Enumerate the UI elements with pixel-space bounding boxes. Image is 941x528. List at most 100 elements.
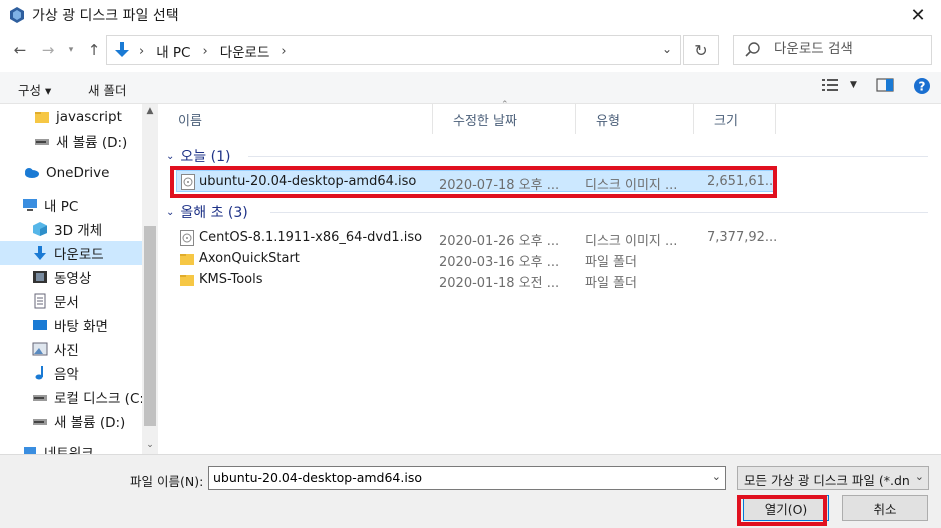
annotation-highlight [170, 166, 777, 198]
column-label: 수정한 날짜 [453, 113, 517, 129]
breadcrumb-my-pc[interactable]: 내 PC [156, 41, 190, 61]
svg-text:?: ? [919, 80, 926, 94]
sidebar-item-label: 3D 개체 [54, 223, 103, 239]
details-view-icon [822, 79, 838, 91]
window-title: 가상 광 디스크 파일 선택 [32, 8, 179, 24]
file-name: AxonQuickStart [199, 251, 300, 266]
scrollbar-thumb[interactable] [144, 226, 156, 426]
arrow-left-icon: ← [13, 41, 27, 59]
virtualbox-icon [10, 7, 24, 23]
sidebar-item-downloads[interactable]: 다운로드 [0, 241, 142, 265]
chevron-down-icon: ▼ [850, 80, 857, 90]
file-row[interactable]: CentOS-8.1.1911-x86_64-dvd1.iso 2020-01-… [176, 227, 778, 249]
drive-icon [33, 419, 47, 425]
breadcrumb-downloads[interactable]: 다운로드 [220, 41, 270, 61]
refresh-button[interactable]: ↻ [683, 35, 719, 65]
drive-icon [33, 395, 47, 401]
sidebar-item-label: 다운로드 [54, 247, 104, 263]
sidebar-item-pictures[interactable]: 사진 [0, 337, 142, 361]
sidebar-item-videos[interactable]: 동영상 [0, 265, 142, 289]
file-type: 파일 폴더 [585, 255, 637, 270]
sidebar-item-network[interactable]: 네트워크 [0, 440, 142, 454]
sidebar-item-music[interactable]: 음악 [0, 361, 142, 385]
view-options-button[interactable]: ▼ [822, 78, 857, 92]
filename-input[interactable] [213, 470, 703, 485]
address-bar[interactable]: › 내 PC › 다운로드 › ⌄ [106, 35, 681, 65]
chevron-down-icon: ⌄ [910, 470, 924, 483]
filetype-select[interactable]: 모든 가상 광 디스크 파일 (*.dn ⌄ [737, 466, 929, 490]
group-header-today[interactable]: ⌄ 오늘 (1) [166, 146, 230, 166]
sidebar-item-onedrive[interactable]: OneDrive [0, 161, 142, 185]
folder-icon [180, 254, 194, 265]
column-header-size[interactable]: 크기 [694, 104, 776, 134]
sidebar-item-local-disk-c[interactable]: 로컬 디스크 (C:) [0, 385, 142, 409]
download-icon [34, 246, 46, 260]
file-row[interactable]: KMS-Tools 2020-01-18 오전 ... 파일 폴더 [176, 269, 776, 291]
preview-pane-button[interactable] [876, 78, 894, 92]
up-button[interactable]: ↑ [84, 38, 104, 62]
sidebar-scrollbar[interactable]: ▲ ⌄ [142, 104, 158, 454]
sidebar-item-desktop[interactable]: 바탕 화면 [0, 313, 142, 337]
column-header-type[interactable]: 유형 [576, 104, 694, 134]
close-icon: ✕ [910, 4, 926, 26]
file-modified: 2020-01-18 오전 ... [439, 276, 560, 291]
file-modified: 2020-01-26 오후 ... [439, 234, 560, 249]
sidebar-item-label: 바탕 화면 [54, 319, 108, 335]
sidebar-item-my-pc[interactable]: 내 PC [0, 193, 142, 217]
column-header-modified[interactable]: 수정한 날짜 ⌃ [433, 100, 576, 134]
arrow-up-icon: ↑ [87, 41, 101, 59]
scroll-down-icon[interactable]: ⌄ [142, 440, 158, 450]
sidebar-item-volume-d-2[interactable]: 새 볼륨 (D:) [0, 409, 142, 433]
chevron-right-icon: › [281, 43, 287, 59]
sidebar-item-label: 새 볼륨 (D:) [54, 415, 126, 431]
network-icon [24, 447, 36, 454]
music-icon [35, 366, 43, 380]
chevron-down-icon[interactable]: ⌄ [712, 470, 721, 483]
sidebar-item-label: 동영상 [54, 271, 92, 287]
group-label: 오늘 (1) [180, 149, 231, 165]
title-bar: 가상 광 디스크 파일 선택 ✕ [0, 0, 941, 30]
pc-icon [23, 199, 37, 211]
sidebar-item-label: OneDrive [46, 165, 110, 181]
scroll-up-icon[interactable]: ▲ [142, 106, 158, 116]
column-header-name[interactable]: 이름 [158, 104, 433, 134]
annotation-highlight [737, 495, 827, 526]
drive-icon [35, 139, 49, 145]
cancel-button-label: 취소 [873, 501, 897, 517]
sidebar-item-documents[interactable]: 문서 [0, 289, 142, 313]
address-dropdown-icon[interactable]: ⌄ [662, 42, 672, 56]
sidebar-item-3d-objects[interactable]: 3D 개체 [0, 217, 142, 241]
download-folder-icon [115, 42, 129, 57]
group-header-earlier-this-year[interactable]: ⌄ 올해 초 (3) [166, 202, 248, 222]
column-label: 크기 [714, 113, 738, 129]
help-button[interactable]: ? [914, 78, 930, 94]
sidebar-item-label: 문서 [54, 295, 79, 311]
cancel-button[interactable]: 취소 [842, 495, 928, 521]
file-modified: 2020-03-16 오후 ... [439, 255, 560, 270]
filetype-value: 모든 가상 광 디스크 파일 (*.dn [744, 473, 910, 488]
sidebar-item-label: javascript [56, 109, 122, 125]
file-row[interactable]: AxonQuickStart 2020-03-16 오후 ... 파일 폴더 [176, 248, 776, 270]
navigation-pane: javascript 새 볼륨 (D:) OneDrive 내 PC 3D 개체… [0, 104, 158, 454]
refresh-icon: ↻ [694, 40, 708, 60]
sidebar-item-javascript[interactable]: javascript [0, 105, 142, 129]
document-icon [34, 293, 46, 309]
back-button[interactable]: ← [8, 38, 32, 62]
chevron-down-icon: ▾ [68, 45, 74, 55]
close-button[interactable]: ✕ [895, 0, 941, 30]
recent-locations-button[interactable]: ▾ [63, 38, 79, 62]
organize-button[interactable]: 구성 ▾ [18, 80, 51, 99]
filename-combobox[interactable]: ⌄ [208, 466, 726, 490]
sidebar-item-label: 로컬 디스크 (C:) [54, 391, 142, 407]
file-type: 디스크 이미지 ... [585, 234, 678, 249]
sidebar-item-label: 내 PC [44, 199, 79, 215]
forward-button[interactable]: → [36, 38, 60, 62]
column-label: 이름 [178, 113, 202, 129]
search-input[interactable] [774, 41, 924, 57]
search-box[interactable] [733, 35, 932, 65]
sidebar-item-label: 새 볼륨 (D:) [56, 135, 128, 151]
file-size: 7,377,92... [707, 230, 778, 245]
desktop-icon [33, 320, 47, 330]
new-folder-button[interactable]: 새 폴더 [88, 80, 126, 99]
sidebar-item-volume-d[interactable]: 새 볼륨 (D:) [0, 129, 142, 153]
